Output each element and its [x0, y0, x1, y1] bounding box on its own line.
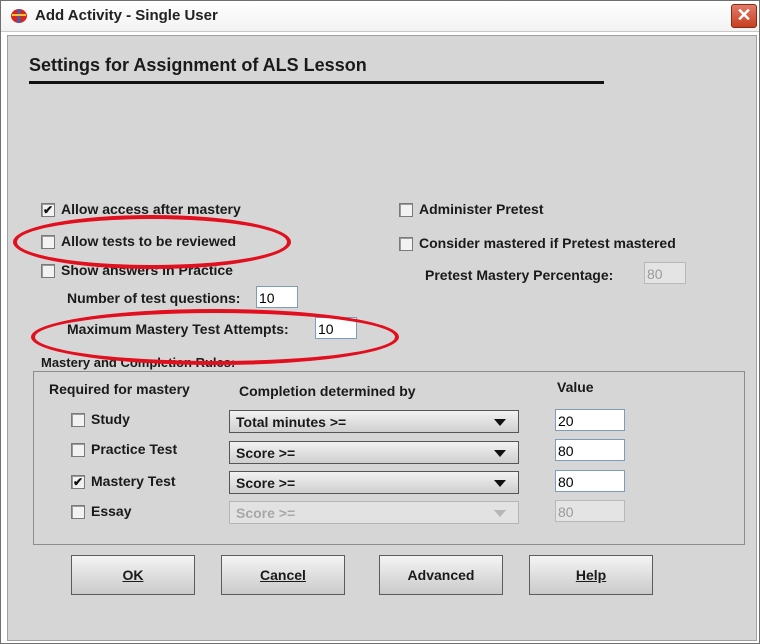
cancel-button-label: Cancel — [260, 567, 306, 583]
ok-button-label: OK — [122, 567, 144, 583]
heading-underline — [29, 81, 604, 84]
administer-pretest-checkbox[interactable] — [399, 203, 413, 217]
consider-mastered-checkbox[interactable] — [399, 237, 413, 251]
close-icon[interactable]: ✕ — [731, 4, 757, 28]
rules-group-title: Mastery and Completion Rules: — [41, 355, 236, 370]
administer-pretest-label: Administer Pretest — [419, 201, 544, 217]
chevron-down-icon — [494, 450, 506, 457]
ok-button[interactable]: OK — [71, 555, 195, 595]
header-value: Value — [557, 379, 594, 395]
practice-test-label: Practice Test — [91, 441, 178, 457]
allow-review-checkbox[interactable] — [41, 235, 55, 249]
essay-completion-value: Score >= — [236, 505, 296, 521]
essay-label: Essay — [91, 503, 132, 519]
max-attempts-field[interactable]: 10 — [315, 317, 357, 339]
show-answers-label: Show answers in Practice — [61, 262, 233, 278]
header-completion: Completion determined by — [239, 383, 416, 399]
mastery-test-checkbox[interactable]: ✔ — [71, 475, 85, 489]
mastery-test-completion-value: Score >= — [236, 475, 296, 491]
mastery-test-completion-select[interactable]: Score >= — [229, 471, 519, 494]
allow-access-label: Allow access after mastery — [61, 201, 241, 217]
title-bar[interactable]: Add Activity - Single User ✕ — [1, 1, 759, 32]
page-title: Settings for Assignment of ALS Lesson — [29, 55, 367, 75]
practice-test-checkbox[interactable] — [71, 443, 85, 457]
chevron-down-icon — [494, 480, 506, 487]
allow-review-label: Allow tests to be reviewed — [61, 233, 237, 249]
study-completion-select[interactable]: Total minutes >= — [229, 410, 519, 433]
pretest-percentage-label: Pretest Mastery Percentage: — [425, 267, 614, 283]
study-checkbox[interactable] — [71, 413, 85, 427]
help-button[interactable]: Help — [529, 555, 653, 595]
advanced-button[interactable]: Advanced — [379, 555, 503, 595]
app-icon — [11, 9, 27, 23]
pretest-percentage-field[interactable]: 80 — [644, 262, 686, 284]
practice-test-value-field[interactable]: 80 — [555, 439, 625, 461]
dialog-client-area — [7, 35, 757, 641]
num-questions-label: Number of test questions: — [67, 290, 241, 306]
practice-test-completion-value: Score >= — [236, 445, 296, 461]
mastery-test-label: Mastery Test — [91, 473, 176, 489]
chevron-down-icon — [494, 510, 506, 517]
help-button-label: Help — [575, 567, 607, 583]
header-required: Required for mastery — [49, 381, 190, 397]
study-value-field[interactable]: 20 — [555, 409, 625, 431]
consider-mastered-label: Consider mastered if Pretest mastered — [419, 235, 676, 251]
max-attempts-label: Maximum Mastery Test Attempts: — [67, 321, 289, 337]
window-title: Add Activity - Single User — [35, 7, 218, 24]
cancel-button[interactable]: Cancel — [221, 555, 345, 595]
dialog-window: Add Activity - Single User ✕ Settings fo… — [0, 0, 760, 644]
essay-value-field[interactable]: 80 — [555, 500, 625, 522]
practice-test-completion-select[interactable]: Score >= — [229, 441, 519, 464]
allow-access-checkbox[interactable]: ✔ — [41, 203, 55, 217]
essay-completion-select[interactable]: Score >= — [229, 501, 519, 524]
study-label: Study — [91, 411, 130, 427]
essay-checkbox[interactable] — [71, 505, 85, 519]
chevron-down-icon — [494, 419, 506, 426]
show-answers-checkbox[interactable] — [41, 264, 55, 278]
advanced-button-label: Advanced — [407, 567, 475, 583]
mastery-test-value-field[interactable]: 80 — [555, 470, 625, 492]
num-questions-field[interactable]: 10 — [256, 286, 298, 308]
study-completion-value: Total minutes >= — [236, 414, 347, 430]
